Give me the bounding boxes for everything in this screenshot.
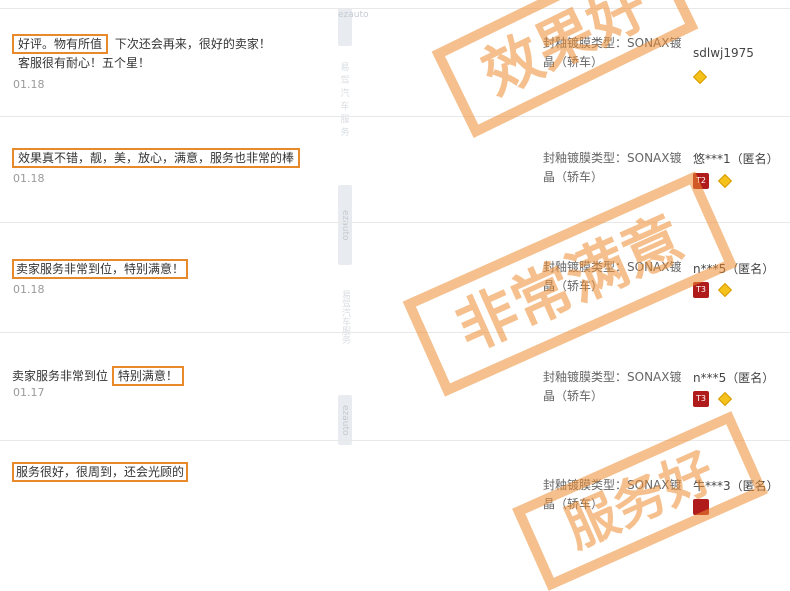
diamond-icon (692, 69, 708, 84)
sku-info: 封釉镀膜类型：SONAX镀晶（轿车） (543, 151, 682, 184)
review-highlight: 特别满意！ (111, 366, 184, 386)
row-divider (0, 116, 790, 117)
review-date: 01.17 (13, 386, 45, 399)
review-highlight: 卖家服务非常到位，特别满意！ (12, 259, 189, 279)
diamond-icon (718, 391, 733, 406)
sku-info: 封釉镀膜类型：SONAX镀晶（轿车） (543, 260, 682, 293)
review-highlight: 服务很好，很周到，还会光顾的 (12, 462, 189, 482)
sku-info: 封釉镀膜类型：SONAX镀晶（轿车） (543, 478, 682, 511)
reviewer-badges: T2 (693, 170, 733, 189)
watermark-logo: ezauto (338, 395, 352, 445)
level-badge-icon: T2 (693, 172, 709, 189)
review-content: 好评。物有所值 下次还会再来，很好的卖家！ 客服很有耐心！五个星！ (12, 34, 274, 73)
row-divider (0, 332, 790, 333)
review-content: 效果真不错，靓，美，放心，满意，服务也非常的棒 (12, 148, 301, 168)
watermark-logo: ezauto (338, 185, 352, 265)
review-date: 01.18 (13, 172, 45, 185)
reviewer-badges (693, 496, 709, 515)
watermark-text: 易驾汽车服务 (340, 290, 350, 344)
review-highlight: 效果真不错，靓，美，放心，满意，服务也非常的棒 (12, 148, 301, 168)
row-divider (0, 8, 790, 9)
reviewer-name[interactable]: n***5（匿名） (693, 369, 774, 386)
review-date: 01.18 (13, 283, 45, 296)
reviewer-badges: T3 (693, 279, 733, 298)
diamond-icon (718, 173, 733, 188)
review-text-line2: 客服很有耐心！五个星！ (18, 56, 151, 70)
sku-info: 封釉镀膜类型：SONAX镀晶（轿车） (543, 370, 682, 403)
diamond-icon (718, 282, 733, 297)
review-date: 01.18 (13, 78, 45, 91)
review-prefix: 卖家服务非常到位 (12, 369, 109, 383)
review-content: 卖家服务非常到位 特别满意！ (12, 366, 184, 386)
reviewer-name[interactable]: n***5（匿名） (693, 260, 774, 277)
level-badge-icon: T3 (693, 281, 709, 298)
watermark-text: 易驾汽车服务 (340, 63, 350, 138)
level-badge-icon: T3 (693, 390, 709, 407)
reviewer-name[interactable]: sdlwj1975 (693, 46, 754, 60)
review-highlight: 好评。物有所值 (12, 34, 109, 54)
sku-info: 封釉镀膜类型：SONAX镀晶（轿车） (543, 36, 682, 69)
reviewer-name[interactable]: 悠***1（匿名） (693, 150, 779, 167)
reviewer-badges: T3 (693, 388, 733, 407)
review-text: 下次还会再来，很好的卖家！ (114, 37, 271, 51)
row-divider (0, 440, 790, 441)
watermark-logo: ezauto (338, 8, 369, 46)
reviewer-badges (692, 66, 708, 84)
reviewer-name[interactable]: 牛***3（匿名） (693, 477, 779, 494)
review-content: 服务很好，很周到，还会光顾的 (12, 462, 189, 482)
review-content: 卖家服务非常到位，特别满意！ (12, 259, 189, 279)
level-badge-icon (693, 498, 709, 515)
row-divider (0, 222, 790, 223)
